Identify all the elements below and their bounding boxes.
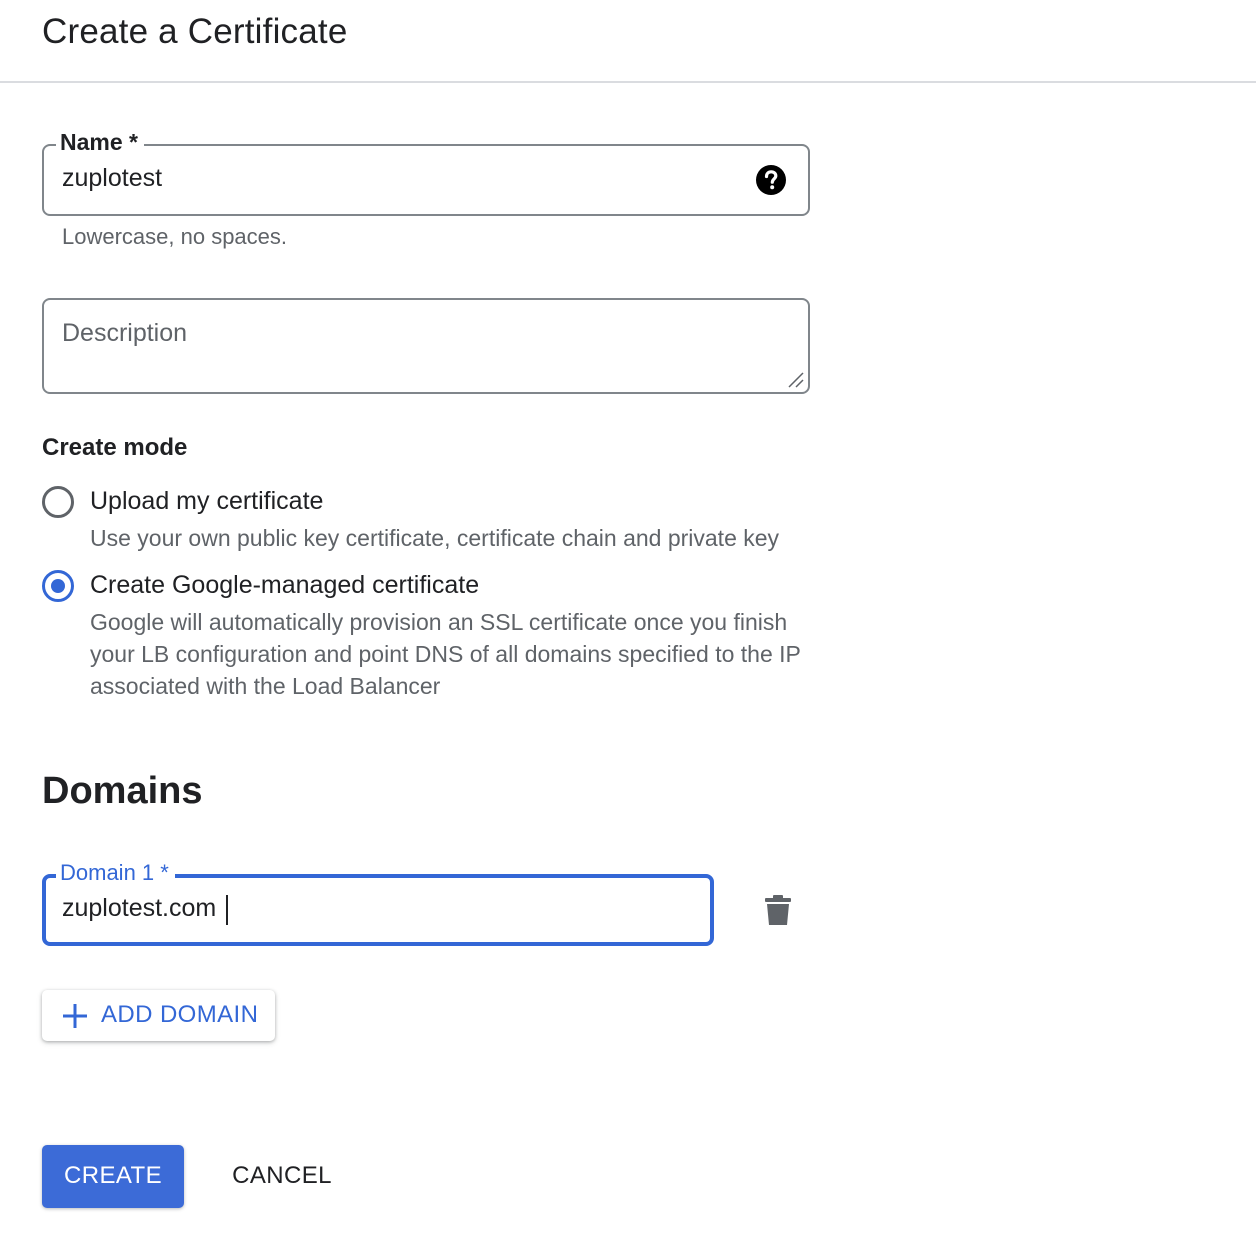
domain-1-label: Domain 1 * (56, 860, 175, 886)
create-button[interactable]: CREATE (42, 1145, 184, 1208)
help-circle-icon[interactable] (755, 164, 787, 196)
text-cursor (226, 895, 228, 925)
cancel-button[interactable]: CANCEL (214, 1145, 350, 1208)
upload-certificate-label[interactable]: Upload my certificate (90, 487, 323, 516)
create-button-label: CREATE (64, 1162, 162, 1189)
domains-heading: Domains (42, 770, 203, 812)
resize-handle-icon[interactable] (787, 371, 805, 389)
add-domain-label: ADD DOMAIN (101, 1001, 259, 1028)
upload-certificate-radio[interactable] (42, 486, 74, 518)
google-managed-certificate-description: Google will automatically provision an S… (90, 609, 801, 699)
name-field-label: Name * (56, 129, 144, 155)
plus-icon (63, 1004, 87, 1028)
google-managed-certificate-radio[interactable] (42, 570, 74, 602)
google-managed-certificate-label[interactable]: Create Google-managed certificate (90, 571, 479, 600)
create-certificate-page: Create a Certificate Name * zuplotest Lo… (0, 0, 1256, 1242)
description-input[interactable]: Description (62, 319, 187, 348)
cancel-button-label: CANCEL (232, 1162, 332, 1189)
name-input[interactable]: zuplotest (62, 164, 162, 193)
add-domain-button[interactable]: ADD DOMAIN (42, 990, 275, 1041)
page-header: Create a Certificate (0, 0, 1256, 83)
create-mode-heading: Create mode (42, 434, 188, 461)
trash-icon[interactable] (765, 894, 791, 926)
upload-certificate-description: Use your own public key certificate, cer… (90, 525, 780, 551)
domain-1-input[interactable]: zuplotest.com (62, 894, 216, 923)
page-title: Create a Certificate (42, 12, 348, 51)
name-hint: Lowercase, no spaces. (62, 224, 288, 249)
